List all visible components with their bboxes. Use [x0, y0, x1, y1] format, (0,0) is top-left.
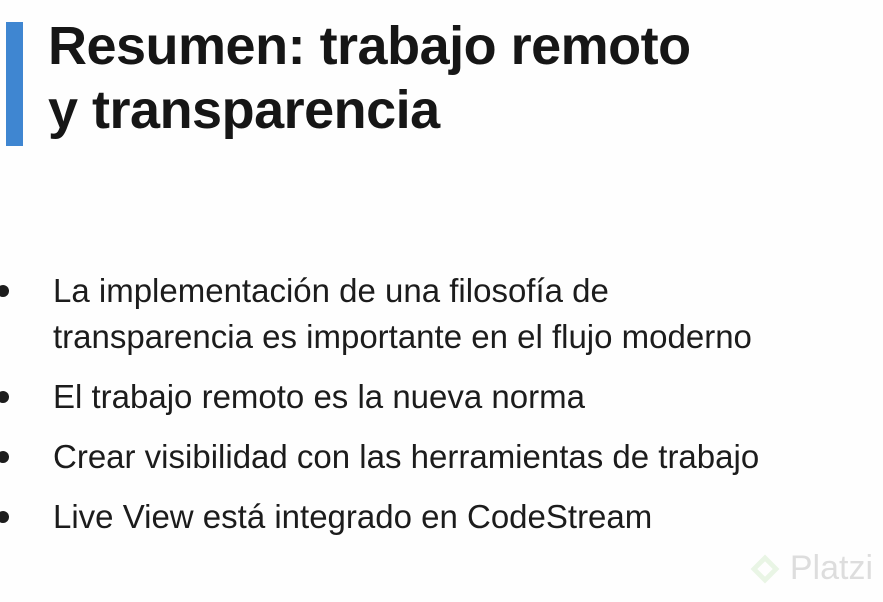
- bullet-text: La implementación de una filosofía de: [53, 272, 609, 309]
- watermark-text: Platzi: [789, 549, 873, 587]
- slide-title-line-2: y transparencia: [48, 80, 440, 140]
- platzi-watermark: Platzi: [748, 549, 873, 588]
- title-accent-bar: [6, 22, 23, 146]
- bullet-dot-icon: [0, 285, 9, 297]
- slide: Resumen: trabajo remoto y transparencia …: [0, 0, 883, 602]
- bullet-item: El trabajo remoto es la nueva norma: [0, 374, 883, 420]
- slide-title: Resumen: trabajo remoto y transparencia: [48, 14, 848, 142]
- bullet-item: Crear visibilidad con las herramientas d…: [0, 434, 883, 480]
- bullet-text: transparencia es importante en el flujo …: [53, 318, 752, 355]
- platzi-logo-icon: [750, 554, 780, 583]
- bullet-dot-icon: [0, 511, 9, 523]
- bullet-item: La implementación de una filosofía de tr…: [0, 268, 883, 360]
- bullet-text: Live View está integrado en CodeStream: [53, 498, 653, 535]
- slide-title-line-1: Resumen: trabajo remoto: [48, 16, 691, 76]
- bullet-text: Crear visibilidad con las herramientas d…: [53, 438, 760, 475]
- bullet-text: El trabajo remoto es la nueva norma: [53, 378, 585, 415]
- bullet-item: Live View está integrado en CodeStream: [0, 494, 883, 540]
- bullet-dot-icon: [0, 391, 9, 403]
- bullet-list: La implementación de una filosofía de tr…: [0, 268, 883, 554]
- bullet-dot-icon: [0, 451, 9, 463]
